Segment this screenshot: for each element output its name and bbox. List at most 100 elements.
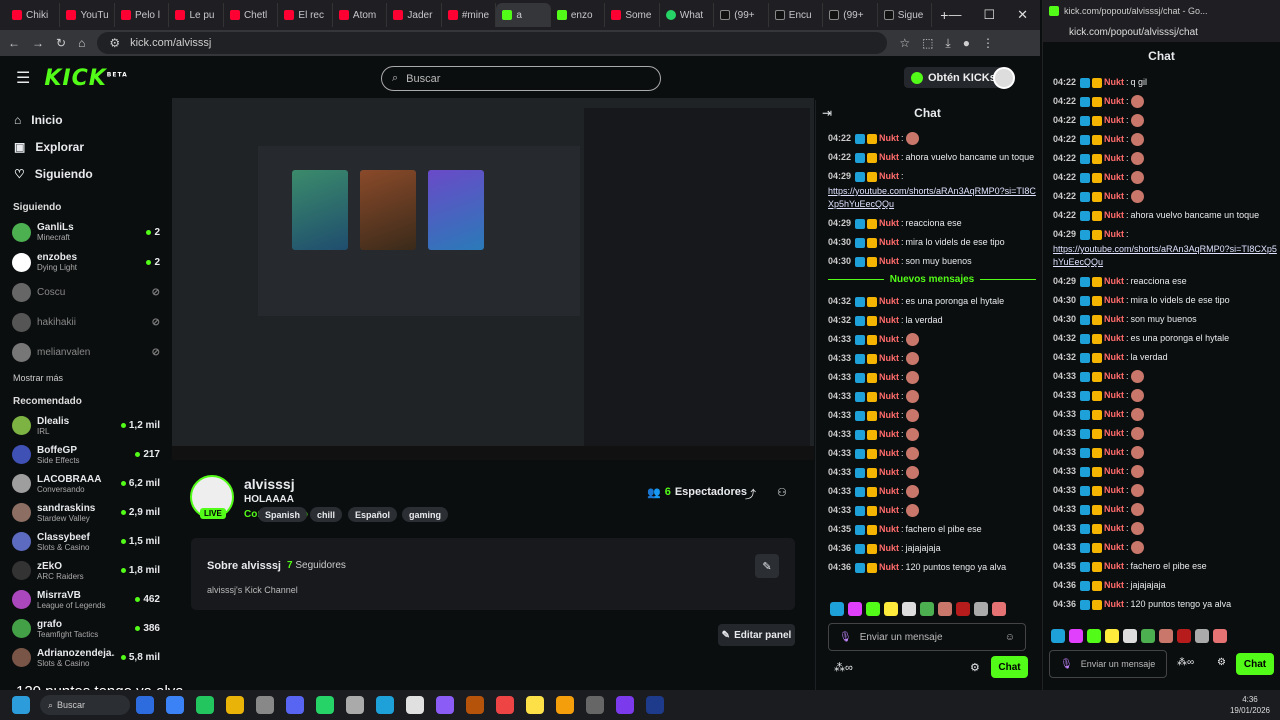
channel-row[interactable]: GanliLs Minecraft 2: [0, 217, 170, 247]
nav-item-siguiendo[interactable]: ♡ Siguiendo: [0, 160, 170, 187]
browser-tab[interactable]: El rec: [278, 3, 333, 27]
emote-icon[interactable]: [938, 602, 952, 616]
minimize-icon[interactable]: —: [948, 7, 961, 23]
browser-tab[interactable]: enzo: [551, 3, 606, 27]
message-username[interactable]: Nukt: [879, 390, 899, 403]
forward-icon[interactable]: →: [32, 36, 44, 50]
message-username[interactable]: Nukt: [1104, 133, 1124, 146]
tag-chip[interactable]: Spanish: [258, 507, 308, 522]
emote-icon[interactable]: [974, 602, 988, 616]
message-username[interactable]: Nukt: [879, 409, 899, 422]
taskbar-app-icon[interactable]: [316, 696, 334, 714]
message-username[interactable]: Nukt: [1104, 370, 1124, 383]
tag-chip[interactable]: gaming: [402, 507, 449, 522]
get-kicks-button[interactable]: Obtén KICKs: [904, 67, 1003, 88]
site-info-icon[interactable]: ⚙: [109, 36, 120, 50]
emote-icon[interactable]: [1069, 629, 1083, 643]
browser-tab[interactable]: Encu: [769, 3, 824, 27]
channel-row[interactable]: enzobes Dying Light 2: [0, 247, 170, 277]
message-username[interactable]: Nukt: [879, 255, 899, 268]
message-link[interactable]: https://youtube.com/shorts/aRAn3AqRMP0?s…: [828, 185, 1036, 211]
message-username[interactable]: Nukt: [1104, 95, 1124, 108]
emote-icon[interactable]: [830, 602, 844, 616]
download-icon[interactable]: ⤓: [945, 36, 950, 51]
bookmark-star-icon[interactable]: ☆: [899, 36, 910, 50]
emote-icon[interactable]: [884, 602, 898, 616]
message-username[interactable]: Nukt: [1104, 408, 1124, 421]
popout-send-button[interactable]: Chat: [1236, 653, 1274, 675]
message-username[interactable]: Nukt: [879, 428, 899, 441]
taskbar-app-icon[interactable]: [616, 696, 634, 714]
emote-icon[interactable]: [1123, 629, 1137, 643]
message-username[interactable]: Nukt: [879, 132, 899, 145]
message-username[interactable]: Nukt: [879, 352, 899, 365]
taskbar-app-icon[interactable]: [136, 696, 154, 714]
message-username[interactable]: Nukt: [1104, 560, 1124, 573]
message-username[interactable]: Nukt: [1104, 389, 1124, 402]
message-username[interactable]: Nukt: [879, 314, 899, 327]
taskbar-app-icon[interactable]: [646, 696, 664, 714]
message-username[interactable]: Nukt: [1104, 275, 1124, 288]
channel-row[interactable]: melianvalen ⊘: [0, 337, 170, 367]
hamburger-menu-icon[interactable]: ☰: [16, 68, 30, 88]
kick-logo[interactable]: KICKBETA: [44, 66, 127, 91]
profile-icon[interactable]: ●: [963, 36, 970, 50]
emote-icon[interactable]: [1087, 629, 1101, 643]
channel-row[interactable]: Coscu ⊘: [0, 277, 170, 307]
message-username[interactable]: Nukt: [879, 333, 899, 346]
message-username[interactable]: Nukt: [1104, 484, 1124, 497]
browser-tab[interactable]: Sigue: [878, 3, 933, 27]
video-player[interactable]: [172, 98, 814, 460]
address-bar[interactable]: ⚙ kick.com/alvisssj: [97, 32, 888, 54]
emote-icon[interactable]: [1051, 629, 1065, 643]
emote-icon[interactable]: [920, 602, 934, 616]
edit-panel-button[interactable]: ✎ Editar panel: [718, 624, 795, 646]
message-username[interactable]: Nukt: [1104, 427, 1124, 440]
emote-icon[interactable]: [1105, 629, 1119, 643]
emoji-icon[interactable]: ☺: [1005, 632, 1015, 643]
message-username[interactable]: Nukt: [1104, 332, 1124, 345]
message-username[interactable]: Nukt: [1104, 522, 1124, 535]
message-username[interactable]: Nukt: [1104, 503, 1124, 516]
message-username[interactable]: Nukt: [879, 236, 899, 249]
home-icon[interactable]: ⌂: [78, 36, 85, 50]
browser-tab[interactable]: What: [660, 3, 715, 27]
browser-tab[interactable]: #mine: [442, 3, 497, 27]
message-username[interactable]: Nukt: [1104, 76, 1124, 89]
channel-row[interactable]: Classybeef Slots & Casino 1,5 mil: [0, 527, 170, 556]
message-username[interactable]: Nukt: [879, 504, 899, 517]
reload-icon[interactable]: ↻: [56, 36, 66, 50]
search-input[interactable]: ⌕ Buscar: [381, 66, 661, 91]
message-username[interactable]: Nukt: [1104, 351, 1124, 364]
message-username[interactable]: Nukt: [1104, 152, 1124, 165]
settings-gear-icon[interactable]: ⚙: [1217, 657, 1226, 668]
message-username[interactable]: Nukt: [1104, 446, 1124, 459]
chat-input[interactable]: 🎙 Enviar un mensaje ☺: [828, 623, 1026, 651]
emote-icon[interactable]: [1141, 629, 1155, 643]
browser-tab[interactable]: Some: [605, 3, 660, 27]
message-username[interactable]: Nukt: [879, 485, 899, 498]
show-more-link[interactable]: Mostrar más: [0, 367, 170, 389]
channel-row[interactable]: Dlealis IRL 1,2 mil: [0, 411, 170, 440]
browser-tab[interactable]: Jader: [387, 3, 442, 27]
browser-tab[interactable]: (99+: [823, 3, 878, 27]
message-username[interactable]: Nukt: [879, 466, 899, 479]
channel-row[interactable]: MisrraVB League of Legends 462: [0, 585, 170, 614]
channel-row[interactable]: Adrianozendeja... Slots & Casino 5,8 mil: [0, 643, 170, 672]
follow-user-icon[interactable]: ⚇: [777, 486, 787, 499]
message-username[interactable]: Nukt: [1104, 114, 1124, 127]
taskbar-app-icon[interactable]: [406, 696, 424, 714]
browser-tab[interactable]: YouTu: [60, 3, 115, 27]
browser-tab[interactable]: Atom: [333, 3, 388, 27]
emote-icon[interactable]: [866, 602, 880, 616]
emote-icon[interactable]: [992, 602, 1006, 616]
message-username[interactable]: Nukt: [879, 295, 899, 308]
taskbar-app-icon[interactable]: [526, 696, 544, 714]
channel-row[interactable]: zEkO ARC Raiders 1,8 mil: [0, 556, 170, 585]
browser-tab[interactable]: Pelo l: [115, 3, 170, 27]
maximize-icon[interactable]: ☐: [983, 7, 995, 23]
emote-icon[interactable]: [1177, 629, 1191, 643]
edit-pencil-icon[interactable]: ✎: [755, 554, 779, 578]
taskbar-search[interactable]: ⌕ Buscar: [40, 695, 130, 715]
system-clock[interactable]: 4:36 19/01/2026: [1230, 694, 1280, 716]
